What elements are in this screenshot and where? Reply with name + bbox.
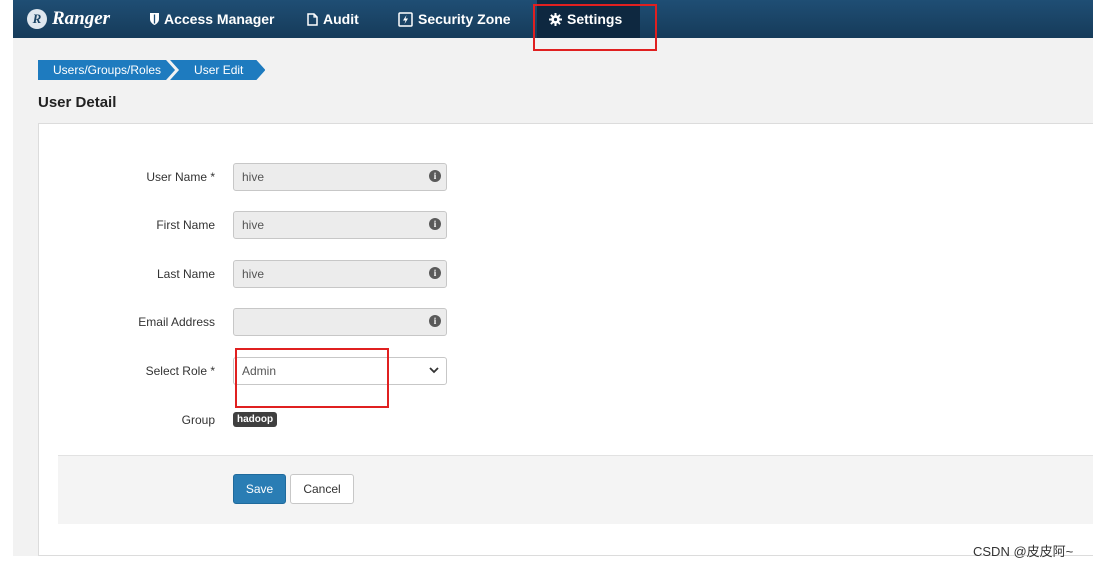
save-button[interactable]: Save xyxy=(233,474,286,504)
brand[interactable]: R Ranger xyxy=(27,7,110,31)
user-name-label: User Name * xyxy=(146,170,215,184)
cancel-button[interactable]: Cancel xyxy=(290,474,354,504)
watermark: CSDN @皮皮阿~ xyxy=(973,544,1074,559)
group-badge: hadoop xyxy=(233,412,278,427)
breadcrumb-users-groups-roles[interactable]: Users/Groups/Roles xyxy=(38,60,175,80)
info-icon[interactable]: i xyxy=(429,218,441,230)
bolt-icon xyxy=(398,11,413,27)
file-icon xyxy=(307,12,318,26)
info-icon[interactable]: i xyxy=(429,170,441,182)
first-name-value: hive xyxy=(242,218,265,232)
chevron-down-icon xyxy=(429,367,439,374)
first-name-label: First Name xyxy=(156,218,215,232)
info-icon[interactable]: i xyxy=(429,315,441,327)
last-name-value: hive xyxy=(242,267,265,281)
nav-audit-label: Audit xyxy=(323,11,359,27)
last-name-label: Last Name xyxy=(156,267,215,281)
ranger-logo-icon: R xyxy=(27,9,47,29)
email-label: Email Address xyxy=(138,315,215,329)
group-label: Group xyxy=(181,413,215,427)
page-background: R Ranger Access Manager Audit Security Z… xyxy=(13,0,1093,559)
form-actions-bar xyxy=(58,455,1093,524)
user-name-field[interactable]: hive i xyxy=(233,163,447,191)
select-role-label: Select Role * xyxy=(145,364,215,378)
first-name-field[interactable]: hive i xyxy=(233,211,447,239)
nav-security-zone[interactable]: Security Zone xyxy=(398,0,511,38)
highlight-box-settings xyxy=(533,4,657,51)
info-icon[interactable]: i xyxy=(429,267,441,279)
breadcrumb: Users/Groups/Roles User Edit xyxy=(38,60,265,80)
nav-security-zone-label: Security Zone xyxy=(418,11,511,27)
highlight-box-role xyxy=(235,348,389,408)
email-field[interactable]: i xyxy=(233,308,447,336)
nav-access-manager-label: Access Manager xyxy=(164,11,275,27)
last-name-field[interactable]: hive i xyxy=(233,260,447,288)
brand-name: Ranger xyxy=(52,8,111,29)
nav-audit[interactable]: Audit xyxy=(307,0,359,38)
breadcrumb-user-edit[interactable]: User Edit xyxy=(170,60,265,80)
shield-icon xyxy=(150,13,159,25)
page-title: User Detail xyxy=(38,94,117,111)
nav-access-manager[interactable]: Access Manager xyxy=(150,0,275,38)
user-name-value: hive xyxy=(242,170,265,184)
